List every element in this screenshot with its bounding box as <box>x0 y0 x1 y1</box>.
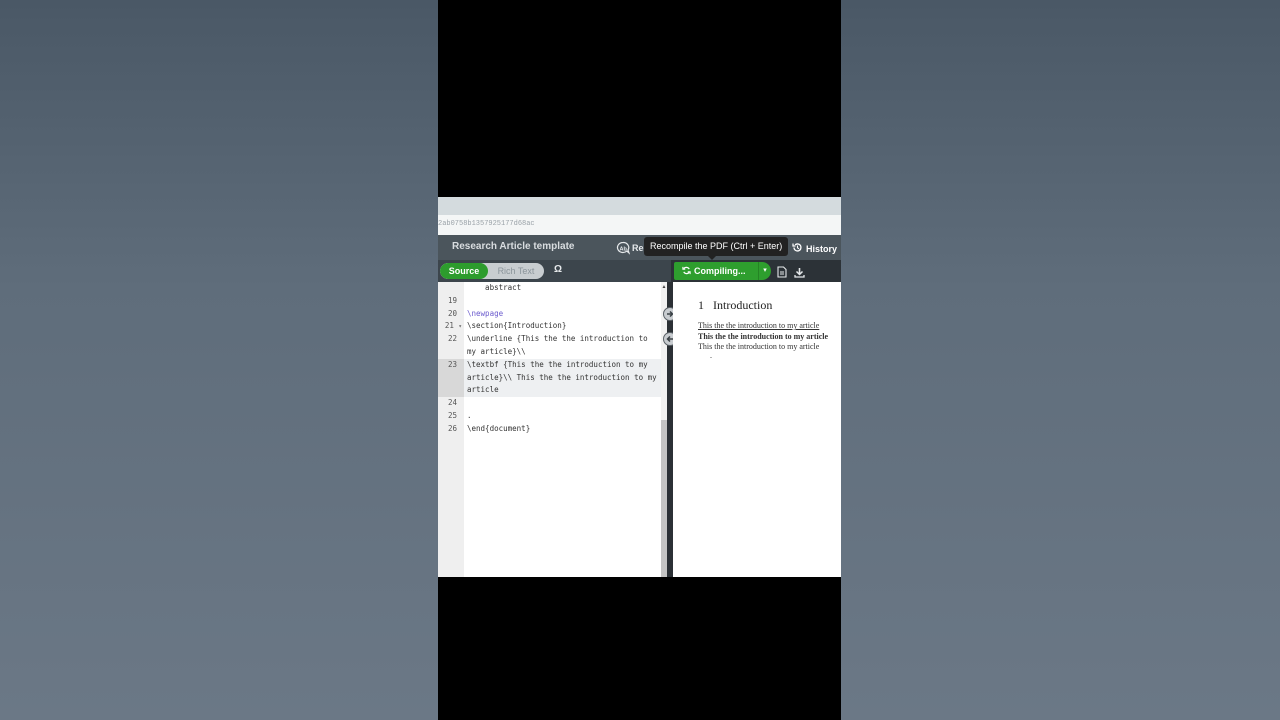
download-pdf-icon[interactable] <box>794 265 805 283</box>
pdf-text-line: This the the introduction to my article <box>698 332 829 341</box>
pdf-preview[interactable]: 1 Introduction This the the introduction… <box>673 282 841 577</box>
line-number: 26 <box>447 423 457 433</box>
line-number <box>438 282 464 295</box>
code-line: \newpage <box>467 308 504 318</box>
line-number: 20 <box>447 308 457 318</box>
code-line: \underline {This the the introduction to <box>467 334 648 344</box>
line-number: 25 <box>447 411 457 420</box>
editor-toolbar: Source Rich Text Ω Compiling... ▾ <box>438 260 841 282</box>
fold-arrow-icon[interactable]: ▾ <box>458 323 462 330</box>
logs-icon[interactable] <box>777 265 787 283</box>
code-line-active: article}\\ This the the introduction to … <box>464 371 661 385</box>
code-editor[interactable]: 19 20 21 ▾ 22 23 24 25 26 abstract \newp… <box>438 282 667 577</box>
code-line: my article}\\ <box>467 347 526 356</box>
rich-text-mode-button[interactable]: Rich Text <box>488 263 544 279</box>
pdf-text-line: This the the introduction to my article <box>698 342 820 351</box>
line-number-active: 23 <box>438 358 464 398</box>
symbol-palette-button[interactable]: Ω <box>554 264 562 275</box>
history-label: History <box>806 244 838 254</box>
code-line-active: article <box>464 384 661 398</box>
code-line: . <box>467 411 472 420</box>
code-line-active: \textbf {This the the introduction to my <box>464 358 661 372</box>
pdf-section-heading: 1 Introduction <box>698 298 773 312</box>
url-text: 2ab0758b1357925177d68ac <box>438 220 535 228</box>
compile-label: Compiling... <box>694 266 746 276</box>
editor-mode-toggle[interactable]: Source Rich Text <box>440 263 544 279</box>
line-number: 21 ▾ <box>444 321 462 331</box>
project-title[interactable]: Research Article template <box>452 241 574 252</box>
code-line: \section{Introduction} <box>467 321 567 331</box>
line-number: 24 <box>447 398 457 408</box>
review-label: Re <box>632 242 644 253</box>
pdf-text-line: . <box>710 351 712 360</box>
history-icon <box>792 240 803 258</box>
code-line: \end{document} <box>467 423 531 433</box>
code-content[interactable]: abstract \newpage \section{Introduction}… <box>464 282 661 577</box>
history-button[interactable]: History <box>792 240 837 258</box>
video-frame: 2ab0758b1357925177d68ac Research Article… <box>438 0 841 720</box>
source-mode-button[interactable]: Source <box>440 263 488 279</box>
recompile-tooltip: Recompile the PDF (Ctrl + Enter) <box>644 237 789 256</box>
line-number: 22 <box>447 334 457 344</box>
top-navbar: Research Article template Ab Re Recompil… <box>438 235 841 260</box>
review-icon: Ab <box>616 241 631 255</box>
pdf-text-line: This the the introduction to my article <box>698 321 820 330</box>
recompile-button[interactable]: Compiling... <box>674 262 758 280</box>
browser-chrome <box>438 197 841 215</box>
code-line: abstract <box>467 283 522 292</box>
overleaf-app: 2ab0758b1357925177d68ac Research Article… <box>438 197 841 577</box>
svg-text:Ab: Ab <box>620 246 628 252</box>
refresh-icon <box>682 266 691 277</box>
address-bar[interactable]: 2ab0758b1357925177d68ac <box>438 215 841 236</box>
line-number: 19 <box>447 295 457 305</box>
